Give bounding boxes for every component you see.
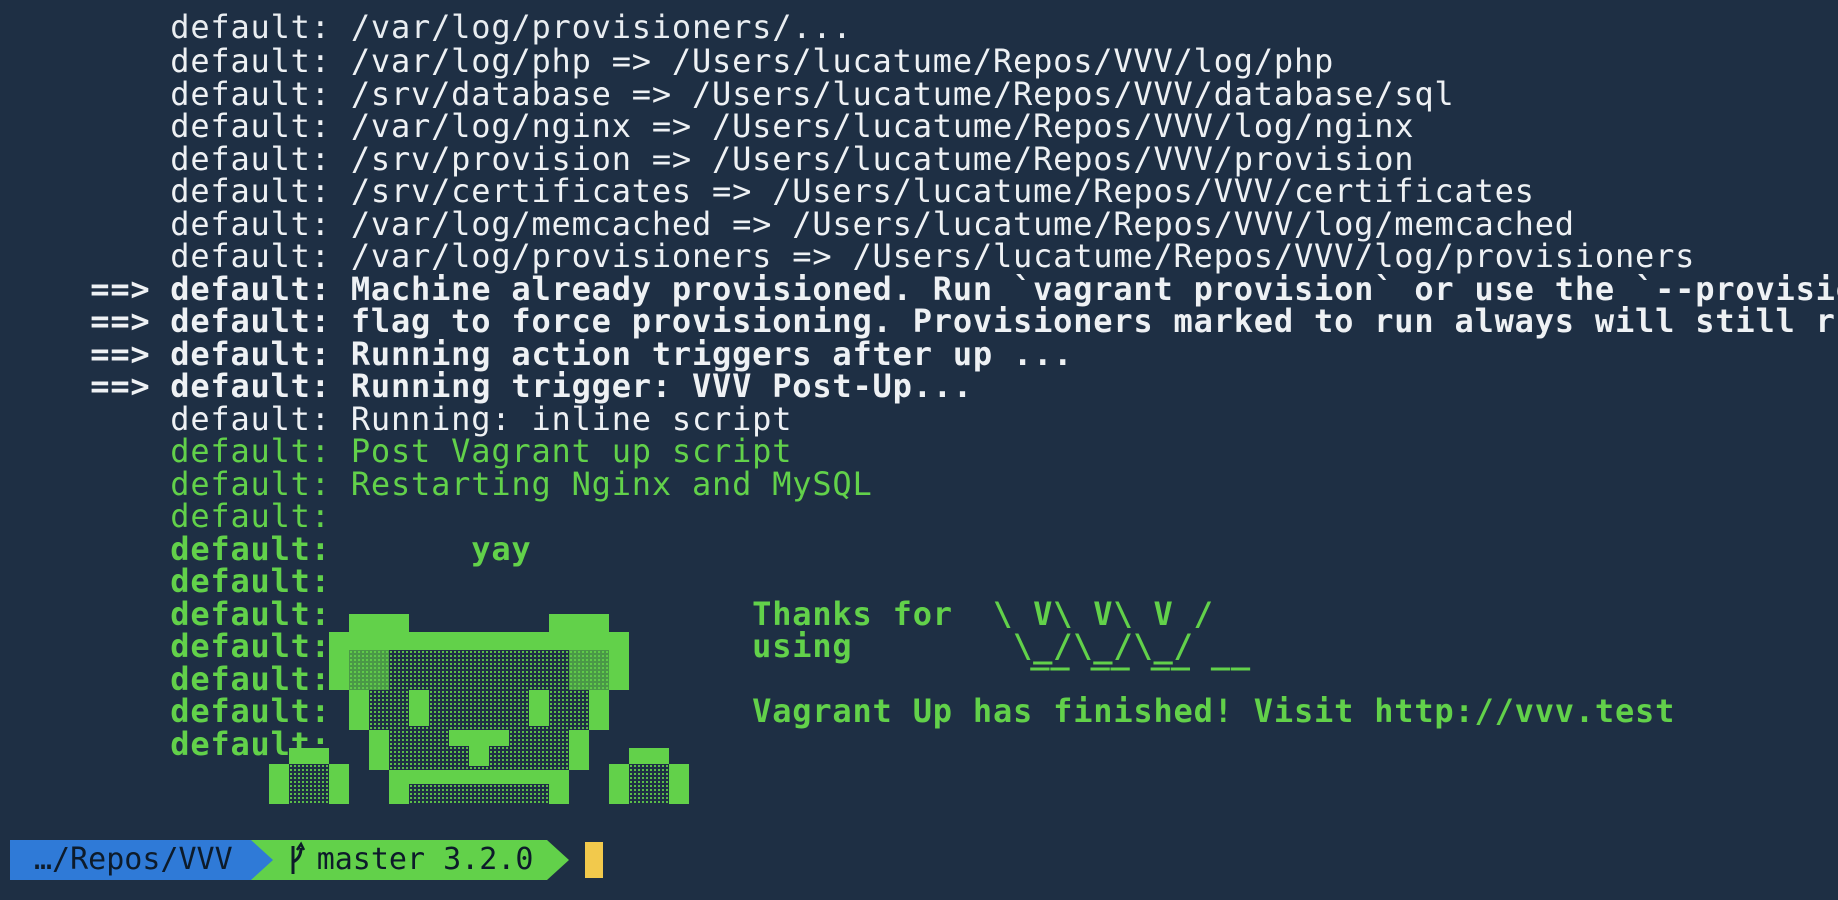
prompt-path-segment: …/Repos/VVV <box>10 840 251 880</box>
git-branch-icon <box>289 840 305 880</box>
terminal-cursor[interactable] <box>585 842 604 878</box>
prompt-git-segment: master 3.2.0 <box>272 840 548 880</box>
prompt-separator-icon <box>250 840 273 880</box>
git-branch-label: master 3.2.0 <box>316 842 534 877</box>
prompt-end-arrow-icon <box>547 840 570 880</box>
vvv-logo-top: __ __ __ __ <box>1030 633 1251 671</box>
terminal-window[interactable]: default: /var/log/provisioners/... defau… <box>10 4 1838 900</box>
terminal-line-green: default: <box>170 724 331 763</box>
shell-prompt[interactable]: …/Repos/VVV master 3.2.0 <box>10 840 604 880</box>
